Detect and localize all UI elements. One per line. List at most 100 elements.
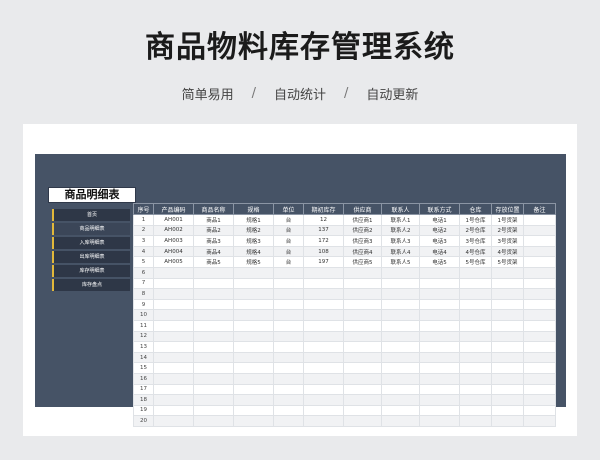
table-cell[interactable] <box>343 330 382 343</box>
column-header[interactable]: 规格 <box>233 203 274 215</box>
table-cell[interactable] <box>381 288 420 300</box>
table-cell[interactable]: 3号仓库 <box>459 235 492 247</box>
column-header[interactable]: 商品名称 <box>193 203 234 215</box>
table-cell[interactable] <box>491 351 524 364</box>
table-cell[interactable] <box>523 383 556 396</box>
table-cell[interactable]: 12 <box>303 214 344 226</box>
table-cell[interactable]: 20 <box>133 415 154 427</box>
table-cell[interactable] <box>153 351 194 364</box>
table-cell[interactable] <box>233 394 274 406</box>
table-cell[interactable] <box>193 319 234 332</box>
table-cell[interactable] <box>459 298 492 311</box>
nav-item[interactable]: 首页 <box>52 209 130 221</box>
table-cell[interactable]: 108 <box>303 245 344 258</box>
table-cell[interactable] <box>273 372 304 385</box>
column-header[interactable]: 仓库 <box>459 203 492 215</box>
table-cell[interactable] <box>343 341 382 353</box>
table-cell[interactable]: 11 <box>133 319 154 332</box>
table-cell[interactable]: 供应商3 <box>343 235 382 247</box>
table-cell[interactable] <box>343 298 382 311</box>
table-cell[interactable] <box>381 309 420 321</box>
table-cell[interactable]: 14 <box>133 351 154 364</box>
table-cell[interactable] <box>153 415 194 427</box>
table-cell[interactable]: 3 <box>133 235 154 247</box>
table-cell[interactable]: 10 <box>133 309 154 321</box>
table-cell[interactable]: 1 <box>133 214 154 226</box>
table-cell[interactable] <box>491 362 524 374</box>
table-cell[interactable]: AH005 <box>153 256 194 268</box>
table-cell[interactable] <box>459 415 492 427</box>
table-cell[interactable] <box>193 372 234 385</box>
table-cell[interactable] <box>343 266 382 279</box>
table-cell[interactable] <box>381 394 420 406</box>
table-cell[interactable] <box>459 330 492 343</box>
table-cell[interactable] <box>153 298 194 311</box>
table-cell[interactable] <box>343 383 382 396</box>
table-cell[interactable] <box>193 277 234 290</box>
table-cell[interactable]: 规格1 <box>233 214 274 226</box>
table-cell[interactable] <box>273 362 304 374</box>
table-cell[interactable] <box>193 309 234 321</box>
table-cell[interactable] <box>303 372 344 385</box>
table-cell[interactable]: 供应商5 <box>343 256 382 268</box>
table-cell[interactable]: 2号货架 <box>491 224 524 237</box>
table-cell[interactable]: 商品3 <box>193 235 234 247</box>
table-cell[interactable] <box>523 235 556 247</box>
table-cell[interactable] <box>193 362 234 374</box>
table-cell[interactable] <box>303 277 344 290</box>
table-cell[interactable] <box>523 256 556 268</box>
table-cell[interactable]: 4号货架 <box>491 245 524 258</box>
table-cell[interactable] <box>193 404 234 417</box>
table-cell[interactable] <box>459 394 492 406</box>
column-header[interactable]: 联系人 <box>381 203 420 215</box>
table-cell[interactable] <box>153 362 194 374</box>
table-cell[interactable] <box>233 372 274 385</box>
table-cell[interactable]: 197 <box>303 256 344 268</box>
table-cell[interactable] <box>343 394 382 406</box>
table-cell[interactable] <box>273 319 304 332</box>
table-cell[interactable] <box>419 266 460 279</box>
table-cell[interactable]: 电话1 <box>419 214 460 226</box>
table-cell[interactable]: 5 <box>133 256 154 268</box>
table-cell[interactable] <box>523 245 556 258</box>
table-cell[interactable] <box>303 351 344 364</box>
table-cell[interactable]: 规格5 <box>233 256 274 268</box>
table-cell[interactable] <box>303 309 344 321</box>
table-cell[interactable]: AH001 <box>153 214 194 226</box>
table-cell[interactable] <box>381 341 420 353</box>
table-cell[interactable]: 商品4 <box>193 245 234 258</box>
table-cell[interactable]: 9 <box>133 298 154 311</box>
table-cell[interactable] <box>343 404 382 417</box>
table-cell[interactable] <box>491 372 524 385</box>
table-cell[interactable] <box>459 309 492 321</box>
table-cell[interactable] <box>343 288 382 300</box>
table-cell[interactable]: 4 <box>133 245 154 258</box>
table-cell[interactable] <box>193 266 234 279</box>
table-cell[interactable]: 13 <box>133 341 154 353</box>
table-cell[interactable]: 5号仓库 <box>459 256 492 268</box>
table-cell[interactable] <box>491 319 524 332</box>
table-cell[interactable] <box>523 266 556 279</box>
table-cell[interactable]: 台 <box>273 235 304 247</box>
table-cell[interactable] <box>193 415 234 427</box>
table-cell[interactable]: 供应商2 <box>343 224 382 237</box>
table-cell[interactable] <box>491 266 524 279</box>
table-cell[interactable]: 台 <box>273 224 304 237</box>
table-cell[interactable] <box>459 383 492 396</box>
table-cell[interactable] <box>273 309 304 321</box>
table-cell[interactable] <box>459 351 492 364</box>
column-header[interactable]: 单位 <box>273 203 304 215</box>
table-cell[interactable] <box>193 288 234 300</box>
table-cell[interactable] <box>193 383 234 396</box>
table-cell[interactable] <box>419 309 460 321</box>
column-header[interactable]: 序号 <box>133 203 154 215</box>
table-cell[interactable]: 2号仓库 <box>459 224 492 237</box>
table-cell[interactable] <box>381 383 420 396</box>
table-cell[interactable] <box>381 351 420 364</box>
table-cell[interactable] <box>273 415 304 427</box>
table-cell[interactable] <box>193 351 234 364</box>
table-cell[interactable] <box>343 372 382 385</box>
table-cell[interactable] <box>381 362 420 374</box>
table-cell[interactable] <box>381 372 420 385</box>
column-header[interactable]: 供应商 <box>343 203 382 215</box>
